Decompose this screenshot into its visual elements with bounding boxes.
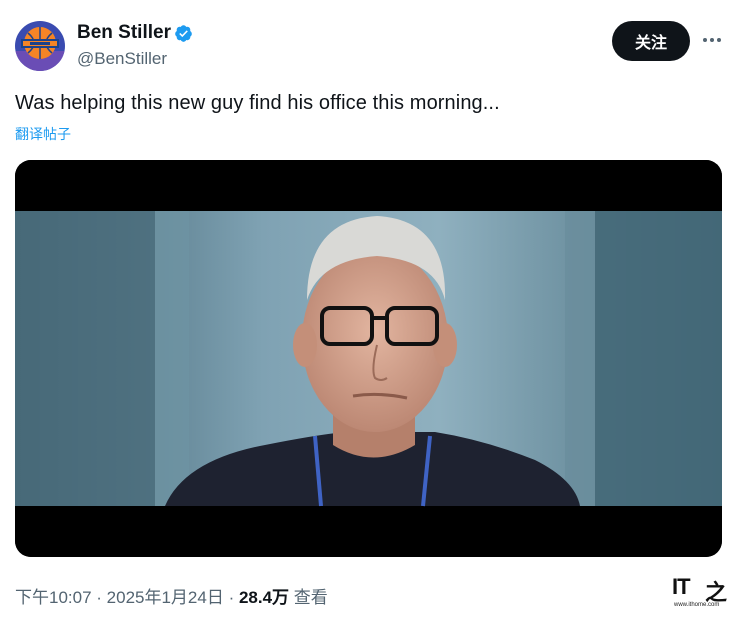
author-handle[interactable]: @BenStiller bbox=[77, 49, 167, 69]
translate-post-link[interactable]: 翻译帖子 bbox=[15, 124, 71, 144]
ithome-url: www.ithome.com bbox=[674, 602, 720, 608]
video-frame bbox=[15, 160, 722, 557]
follow-button[interactable]: 关注 bbox=[612, 21, 690, 61]
views-count: 28.4万 bbox=[238, 588, 290, 607]
avatar[interactable] bbox=[15, 21, 65, 71]
tweet-date[interactable]: 2025年1月24日 bbox=[107, 588, 224, 607]
views-label: 查看 bbox=[289, 588, 328, 607]
more-horizontal-icon[interactable] bbox=[700, 30, 724, 50]
verified-badge-icon bbox=[175, 25, 192, 42]
ithome-logo: IT bbox=[672, 574, 691, 599]
knicks-logo-icon bbox=[15, 21, 65, 71]
tweet-meta: 下午10:07 · 2025年1月24日 · 28.4万 查看 bbox=[15, 583, 328, 608]
meta-separator: · bbox=[223, 588, 239, 607]
tweet-text: Was helping this new guy find his office… bbox=[15, 92, 500, 114]
ithome-watermark: IT 之 www.ithome.com bbox=[672, 574, 734, 614]
tweet-time[interactable]: 下午10:07 bbox=[15, 588, 92, 607]
meta-separator: · bbox=[91, 588, 107, 607]
tweet-media-video[interactable] bbox=[15, 160, 722, 557]
author-name[interactable]: Ben Stiller bbox=[77, 22, 171, 44]
